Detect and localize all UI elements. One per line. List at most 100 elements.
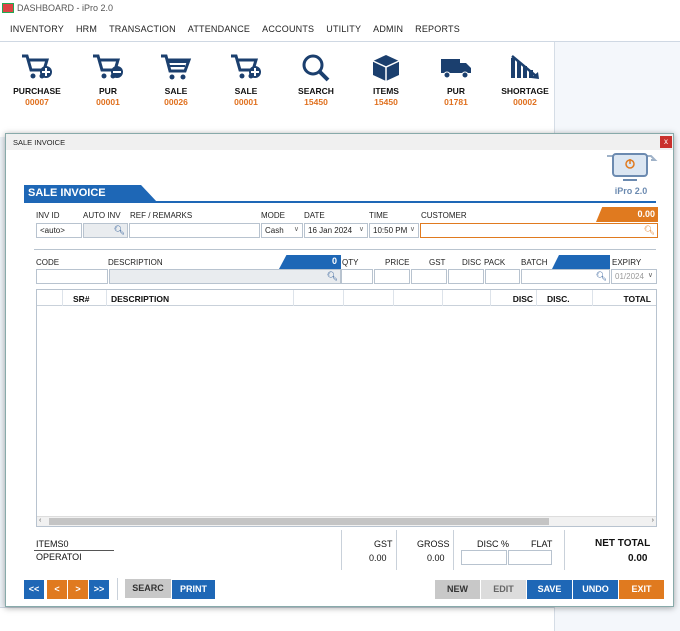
tile-count: 15450 — [374, 97, 398, 107]
qty-label: QTY — [342, 258, 359, 267]
gst-field[interactable] — [411, 269, 447, 284]
auto-inv-label: AUTO INV — [83, 211, 121, 220]
logo-text: iPro 2.0 — [614, 186, 648, 196]
tile-count: 00007 — [25, 97, 49, 107]
banner-underline — [24, 201, 656, 203]
time-picker[interactable]: 10:50 PM ∨ — [369, 223, 419, 238]
grid-col-blank-4[interactable] — [443, 290, 491, 306]
new-button[interactable]: NEW — [435, 580, 480, 599]
code-field[interactable] — [36, 269, 108, 284]
scroll-left-icon[interactable]: ‹ — [39, 517, 41, 524]
search-icon[interactable]: 🔍︎ — [327, 271, 338, 282]
search-icon[interactable]: 🔍︎ — [114, 225, 125, 236]
tile-label: SALE — [164, 86, 188, 96]
undo-button[interactable]: UNDO — [573, 580, 618, 599]
price-field[interactable] — [374, 269, 410, 284]
menu-reports[interactable]: REPORTS — [409, 24, 466, 34]
prev-record-button[interactable]: < — [47, 580, 67, 599]
grid-col-blank-2[interactable] — [344, 290, 394, 306]
scroll-right-icon[interactable]: › — [652, 517, 654, 524]
customer-field[interactable]: 🔍︎ — [420, 223, 658, 238]
tile-sale[interactable]: SALE 00026 — [146, 52, 206, 107]
box-icon — [372, 55, 400, 81]
monitor-logo-icon — [607, 153, 658, 181]
disc-pct-field[interactable] — [461, 550, 507, 565]
ref-label: REF / REMARKS — [130, 211, 193, 220]
last-record-button[interactable]: >> — [89, 580, 109, 599]
batch-field[interactable]: 🔍︎ — [521, 269, 610, 284]
grid-col-blank-1[interactable] — [294, 290, 344, 306]
exit-button[interactable]: EXIT — [619, 580, 664, 599]
edit-button[interactable]: EDIT — [481, 580, 526, 599]
qty-field[interactable] — [341, 269, 373, 284]
pack-label: PACK — [484, 258, 506, 267]
window-title: SALE INVOICE — [6, 134, 673, 150]
ref-remarks-field[interactable] — [129, 223, 260, 238]
gst-total-value: 0.00 — [369, 553, 387, 563]
grid-col-description[interactable]: DESCRIPTION — [107, 290, 294, 306]
gross-label: GROSS — [417, 539, 450, 549]
grid-col-sr[interactable]: SR# — [63, 290, 107, 306]
menu-admin[interactable]: ADMIN — [367, 24, 409, 34]
horizontal-scrollbar[interactable]: ‹ › — [37, 516, 656, 526]
disc-label: DISC — [462, 258, 482, 267]
flat-label: FLAT — [531, 539, 553, 549]
menu-utility[interactable]: UTILITY — [320, 24, 367, 34]
search-icon[interactable]: 🔍︎ — [596, 271, 607, 282]
title-banner: SALE INVOICE — [24, 185, 157, 202]
save-button[interactable]: SAVE — [527, 580, 572, 599]
batch-bar — [552, 255, 610, 269]
tile-count: 00001 — [234, 97, 258, 107]
grid-col-disc-amount[interactable]: DISC. — [537, 290, 593, 306]
menu-transaction[interactable]: TRANSACTION — [103, 24, 182, 34]
tile-pur-return[interactable]: PUR 00001 — [78, 52, 138, 107]
tile-count: 00026 — [164, 97, 188, 107]
batch-label: BATCH — [521, 258, 548, 267]
grid-col-total[interactable]: TOTAL — [593, 290, 657, 306]
items-label: ITEMS — [36, 539, 64, 549]
tile-purchase[interactable]: PURCHASE 00007 — [7, 52, 67, 107]
print-button[interactable]: PRINT — [172, 580, 215, 599]
menu-hrm[interactable]: HRM — [70, 24, 103, 34]
first-record-button[interactable]: << — [24, 580, 44, 599]
tile-label: PUR — [99, 86, 117, 96]
items-underline — [34, 550, 114, 551]
items-grid[interactable]: SR# DESCRIPTION DISC DISC. TOTAL ‹ › — [36, 289, 657, 527]
flat-disc-field[interactable] — [508, 550, 552, 565]
mode-select[interactable]: Cash ∨ — [261, 223, 303, 238]
close-button[interactable]: x — [660, 136, 672, 148]
search-icon[interactable]: 🔍︎ — [644, 225, 655, 236]
pack-field[interactable] — [485, 269, 520, 284]
next-record-button[interactable]: > — [68, 580, 88, 599]
items-count: ITEMS0 — [36, 539, 69, 549]
menu-accounts[interactable]: ACCOUNTS — [256, 24, 320, 34]
description-field[interactable]: 🔍︎ — [109, 269, 341, 284]
net-total-value: 0.00 — [628, 553, 648, 564]
search-button[interactable]: SEARC — [125, 579, 171, 598]
grid-col-blank-3[interactable] — [394, 290, 443, 306]
divider — [564, 530, 565, 570]
cart-plus-icon — [22, 54, 52, 79]
tile-shortage[interactable]: SHORTAGE 00002 — [495, 52, 555, 107]
inv-id-field[interactable]: <auto> — [36, 223, 82, 238]
grid-col-select — [37, 290, 63, 306]
tile-label: ITEMS — [373, 86, 399, 96]
tile-search[interactable]: SEARCH 15450 — [286, 52, 346, 107]
menu-attendance[interactable]: ATTENDANCE — [182, 24, 256, 34]
scroll-thumb[interactable] — [49, 518, 549, 525]
divider — [341, 530, 342, 570]
grid-col-disc[interactable]: DISC — [491, 290, 537, 306]
cart-icon — [161, 54, 192, 80]
disc-field[interactable] — [448, 269, 484, 284]
date-picker[interactable]: 16 Jan 2024 ∨ — [304, 223, 368, 238]
auto-inv-field[interactable]: 🔍︎ — [83, 223, 128, 238]
tile-items[interactable]: ITEMS 15450 — [356, 52, 416, 107]
tile-pur-orders[interactable]: PUR 01781 — [426, 52, 486, 107]
expiry-select[interactable]: 01/2024 ∨ — [611, 269, 657, 284]
tile-sale-return[interactable]: SALE 00001 — [216, 52, 276, 107]
divider — [117, 578, 118, 600]
menu-inventory[interactable]: INVENTORY — [4, 24, 70, 34]
customer-balance-bar: 0.00 — [596, 207, 658, 222]
chevron-down-icon: ∨ — [293, 226, 299, 233]
gst-total-label: GST — [374, 539, 393, 549]
